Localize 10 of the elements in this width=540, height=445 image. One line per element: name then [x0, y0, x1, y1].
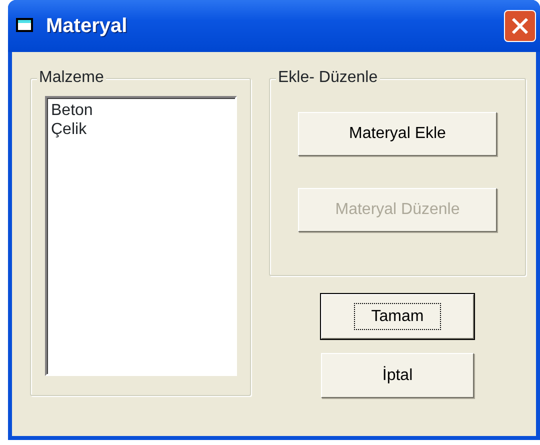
list-item[interactable]: Çelik [51, 120, 231, 139]
window-title: Materyal [46, 14, 128, 39]
add-button[interactable]: Materyal Ekle [298, 112, 497, 156]
window-icon [16, 17, 36, 35]
list-box[interactable]: Beton Çelik [45, 96, 237, 376]
cancel-button[interactable]: İptal [321, 353, 474, 398]
close-icon [510, 16, 530, 36]
ok-button[interactable]: Tamam [321, 294, 474, 339]
close-button[interactable] [504, 10, 536, 42]
list-item[interactable]: Beton [51, 101, 231, 120]
